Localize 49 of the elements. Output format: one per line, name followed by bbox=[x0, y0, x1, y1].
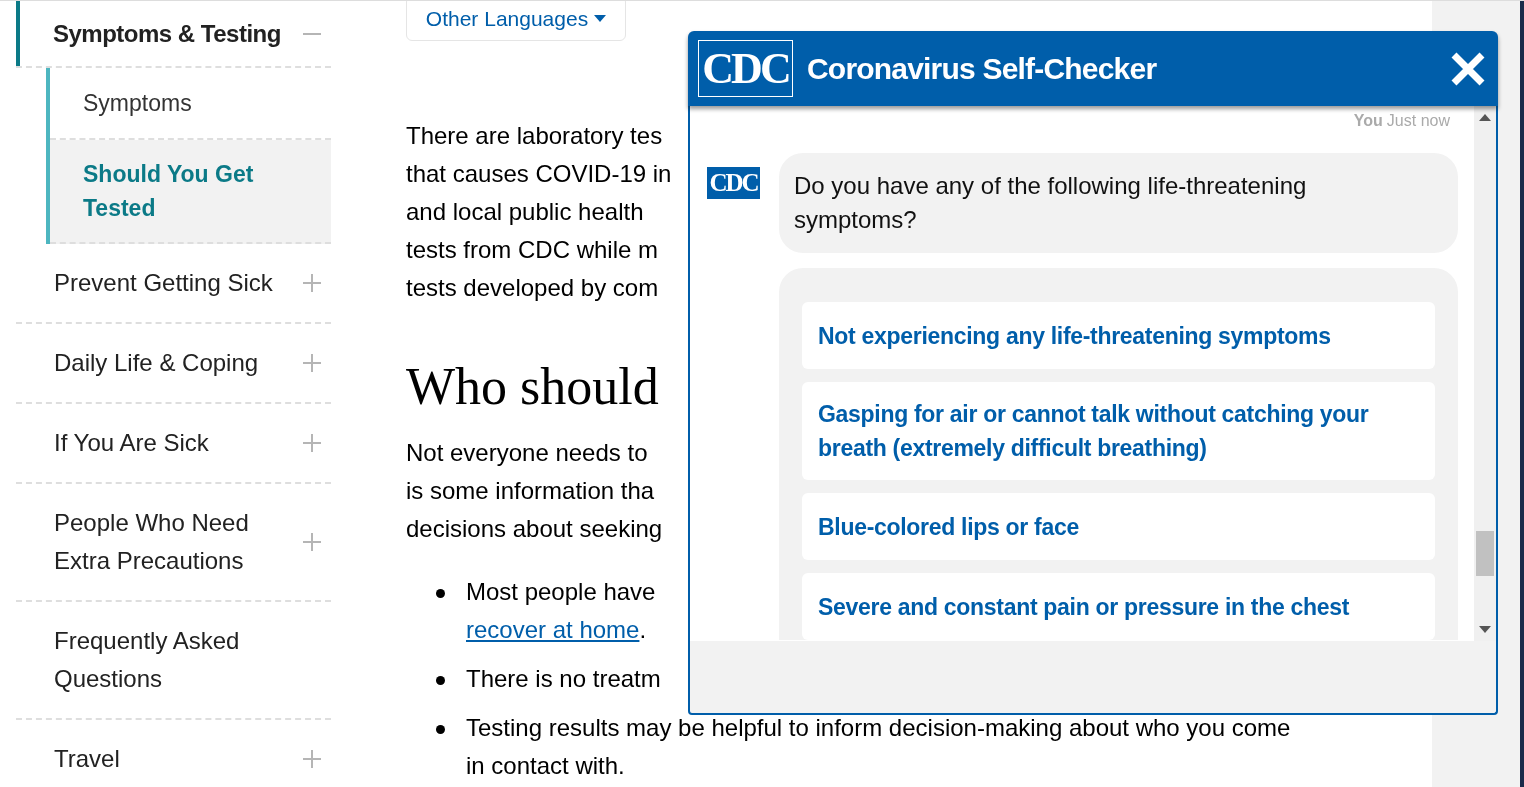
caret-icon bbox=[594, 15, 607, 22]
nav-link[interactable]: People Who Need Extra Precautions bbox=[54, 504, 294, 580]
nav-link[interactable]: Frequently Asked Questions bbox=[54, 622, 294, 698]
answer-option[interactable]: Not experiencing any life-threatening symptoms bbox=[802, 302, 1435, 369]
expand-icon[interactable] bbox=[303, 434, 321, 452]
nav-link[interactable]: Travel bbox=[54, 740, 294, 778]
scroll-up-icon[interactable] bbox=[1479, 114, 1491, 121]
bot-avatar: CDC bbox=[707, 167, 760, 199]
nav-link[interactable]: Symptoms & Testing bbox=[53, 14, 293, 53]
chat-title: Coronavirus Self-Checker bbox=[807, 51, 1157, 87]
expand-icon[interactable] bbox=[303, 750, 321, 768]
body-text: in contact with. bbox=[466, 751, 625, 781]
scroll-down-icon[interactable] bbox=[1479, 626, 1491, 633]
bullet-icon bbox=[436, 589, 445, 598]
bullet-icon bbox=[436, 676, 445, 685]
inline-link[interactable]: recover at home bbox=[466, 611, 640, 649]
body-text: Testing results may be helpful to inform decision-making about who you come bbox=[466, 713, 1291, 743]
body-text: tests from CDC while m bbox=[406, 235, 659, 265]
body-text: Not everyone needs to bbox=[406, 438, 648, 468]
nav-link[interactable]: Daily Life & Coping bbox=[54, 344, 294, 382]
logo: CDC bbox=[698, 40, 793, 97]
body-text: tests developed by com bbox=[406, 273, 659, 303]
body-text: . bbox=[639, 615, 647, 645]
answer-option[interactable]: Gasping for air or cannot talk without catching your breath (extremely difficult breathing) bbox=[802, 382, 1435, 480]
body-text: is some information tha bbox=[406, 476, 655, 506]
bullet-icon bbox=[436, 725, 445, 734]
body-text: Most people have bbox=[466, 577, 656, 607]
expand-icon[interactable] bbox=[303, 274, 321, 292]
scroll-thumb[interactable] bbox=[1476, 531, 1494, 576]
scrollbar[interactable] bbox=[1474, 106, 1496, 641]
sub-nav-item[interactable]: Should You Get Tested bbox=[50, 140, 331, 244]
body-text: and local public health bbox=[406, 197, 644, 227]
body-text: There is no treatm bbox=[466, 664, 661, 694]
nav-link[interactable]: If You Are Sick bbox=[54, 424, 294, 462]
answer-option[interactable]: Blue-colored lips or face bbox=[802, 493, 1435, 560]
collapse-icon[interactable] bbox=[303, 32, 321, 35]
body-text: that causes COVID-19 in bbox=[406, 159, 672, 189]
timestamp: Just now bbox=[1386, 111, 1450, 131]
language-dropdown[interactable]: Other Languages bbox=[406, 1, 626, 41]
sender-label: You bbox=[1353, 111, 1383, 131]
close-icon bbox=[1450, 50, 1486, 87]
message-bubble: Do you have any of the following life-threatening symptoms? bbox=[779, 153, 1458, 253]
nav-link[interactable]: Prevent Getting Sick bbox=[54, 264, 294, 302]
body-text: decisions about seeking bbox=[406, 514, 663, 544]
answer-option[interactable]: Severe and constant pain or pressure in the chest bbox=[802, 573, 1435, 640]
section-heading: Who should bbox=[406, 357, 659, 417]
expand-icon[interactable] bbox=[303, 354, 321, 372]
body-text: There are laboratory tes bbox=[406, 121, 663, 151]
expand-icon[interactable] bbox=[303, 533, 321, 551]
